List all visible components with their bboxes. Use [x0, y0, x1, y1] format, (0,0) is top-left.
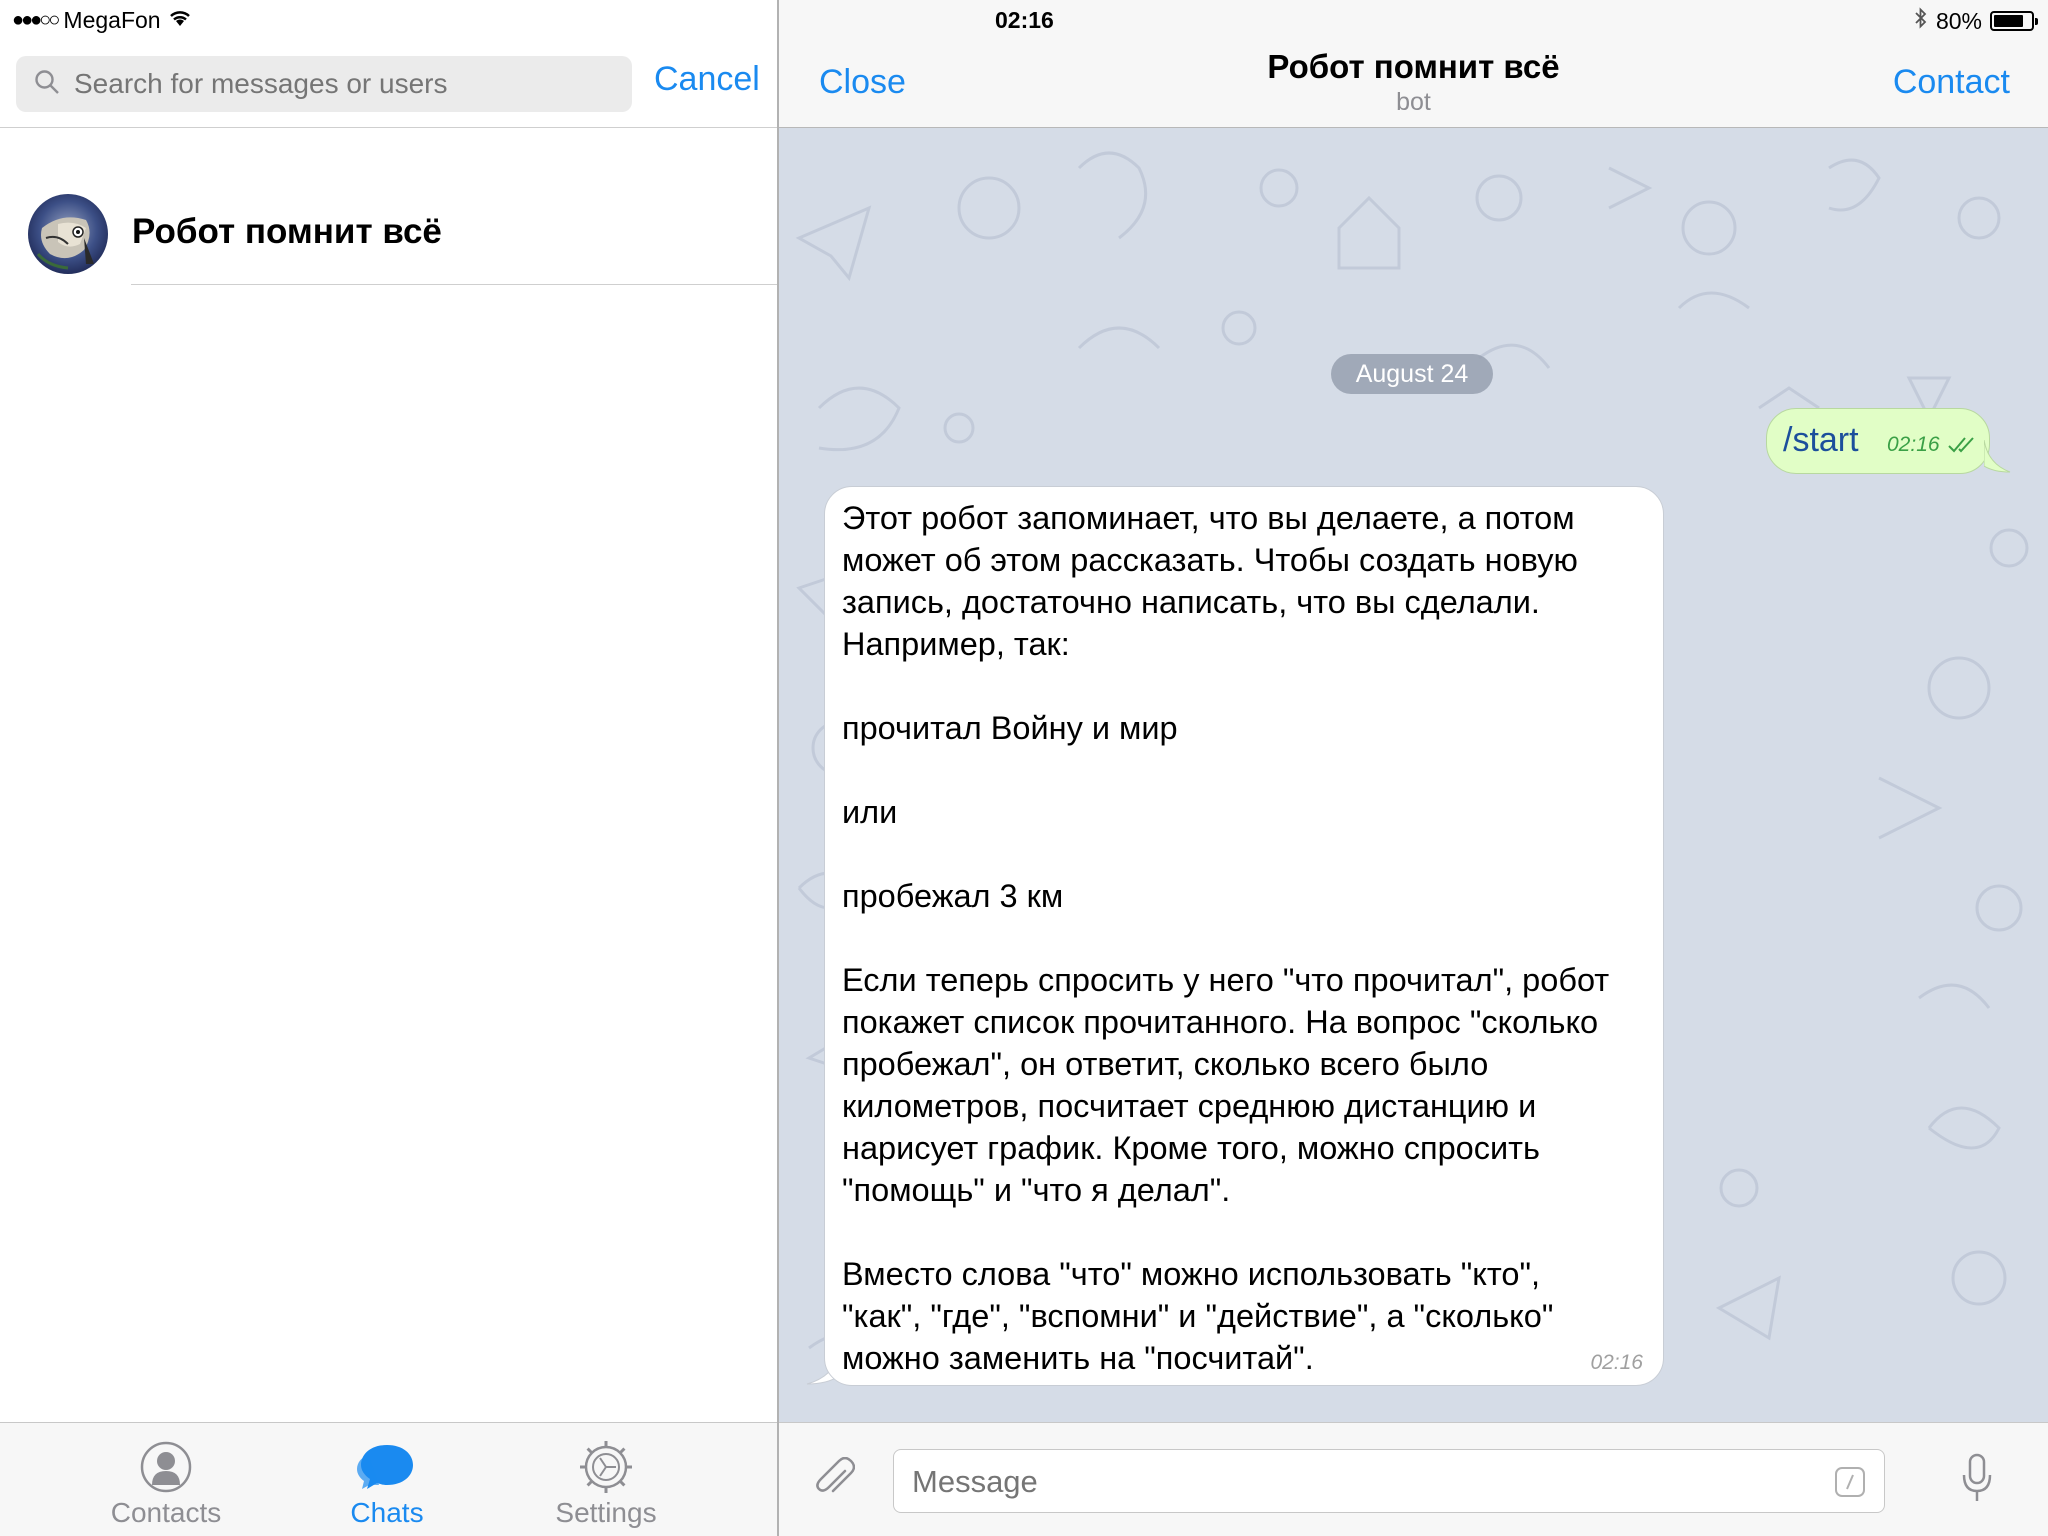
tab-label: Settings — [555, 1497, 657, 1528]
bluetooth-icon — [1914, 7, 1928, 35]
search-row: Cancel — [0, 40, 777, 128]
signal-strength: ●●●○○ — [12, 9, 60, 31]
chat-list-item[interactable]: Робот помнит всё — [0, 128, 777, 286]
attach-icon[interactable] — [815, 1456, 856, 1506]
outgoing-bubble-tail — [1984, 440, 2011, 473]
search-icon — [34, 69, 60, 100]
message-time: 02:16 — [1590, 1351, 1643, 1374]
chat-panel: Close Робот помнит всё bot Contact Augus… — [779, 0, 2048, 1536]
contact-button[interactable]: Contact — [1893, 63, 2010, 102]
cancel-button[interactable]: Cancel — [654, 60, 760, 99]
message-text: /start — [1783, 421, 1859, 459]
tab-label: Contacts — [110, 1497, 222, 1528]
left-panel: Cancel Робот п — [0, 0, 779, 1536]
outgoing-message[interactable]: /start 02:16 — [1766, 408, 1990, 474]
tab-bar: Contacts Chats Settings — [0, 1422, 777, 1536]
battery-percent: 80% — [1935, 7, 1982, 34]
status-bar: ●●●○○ MegaFon 02:16 80% — [0, 0, 2048, 40]
avatar — [28, 194, 108, 274]
divider — [131, 284, 777, 285]
message-box[interactable] — [893, 1449, 1885, 1513]
message-text: Этот робот запоминает, что вы делаете, а… — [842, 500, 1610, 1376]
date-separator: August 24 — [1331, 354, 1493, 394]
incoming-message[interactable]: Этот робот запоминает, что вы делаете, а… — [824, 486, 1664, 1386]
battery-level — [1994, 15, 2023, 27]
chat-name: Робот помнит всё — [132, 212, 442, 251]
chats-icon — [307, 1439, 467, 1495]
status-right: 80% — [1914, 7, 2038, 35]
status-left: ●●●○○ MegaFon — [12, 7, 193, 34]
bot-command-icon[interactable] — [1834, 1466, 1866, 1503]
read-check-icon — [1947, 435, 1979, 460]
message-time: 02:16 — [1887, 433, 1940, 456]
contacts-icon — [86, 1439, 246, 1495]
chat-subtitle: bot — [1396, 88, 1431, 116]
status-time: 02:16 — [995, 7, 1054, 33]
microphone-icon[interactable] — [1960, 1453, 1994, 1510]
tab-label: Chats — [350, 1497, 424, 1528]
carrier-name: MegaFon — [63, 7, 161, 33]
tab-settings[interactable]: Settings — [526, 1439, 686, 1529]
search-input[interactable] — [74, 68, 614, 100]
tab-chats[interactable]: Chats — [307, 1439, 467, 1529]
message-input-bar — [779, 1422, 2048, 1536]
message-input[interactable] — [912, 1464, 1792, 1500]
wifi-icon — [167, 7, 193, 34]
chat-title: Робот помнит всё — [1267, 48, 1560, 85]
settings-icon — [526, 1439, 686, 1495]
tab-contacts[interactable]: Contacts — [86, 1439, 246, 1529]
battery-icon — [1990, 11, 2038, 31]
search-box[interactable] — [16, 56, 632, 112]
